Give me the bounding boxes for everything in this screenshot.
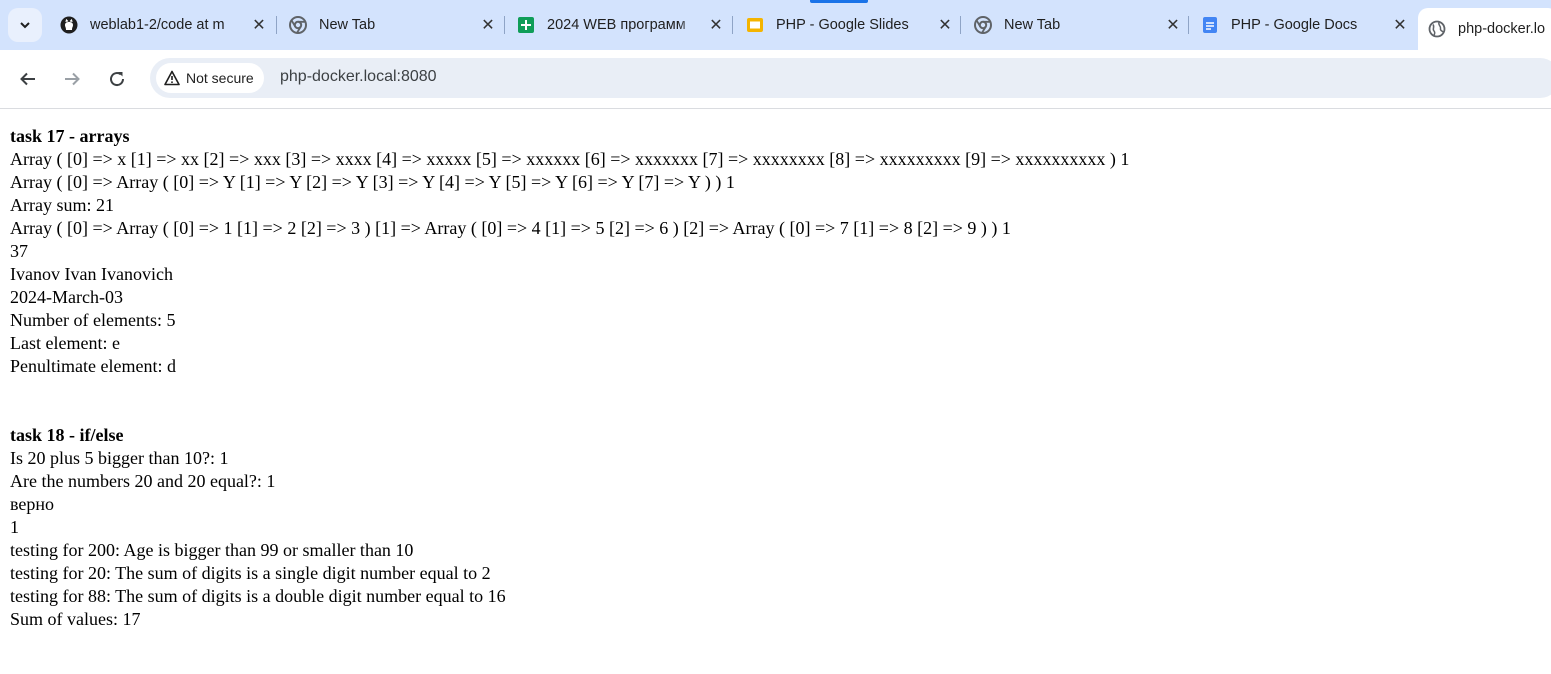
task17-line: Array sum: 21 [10,195,114,215]
task18-line: Is 20 plus 5 bigger than 10?: 1 [10,448,229,468]
browser-toolbar: Not secure php-docker.local:8080 [0,50,1551,108]
task18-heading: task 18 - if/else [10,425,124,445]
arrow-left-icon [20,72,35,86]
tab-title: New Tab [1004,17,1061,33]
tab-loading-indicator [810,0,868,3]
tab-separator [504,16,505,34]
task17-line: Penultimate element: d [10,356,176,376]
task18-line: верно [10,494,55,514]
task18-line: testing for 200: Age is bigger than 99 o… [10,540,414,560]
task17-line: Array ( [0] => Array ( [0] => 1 [1] => 2… [10,218,1011,238]
slides-icon [746,16,764,34]
close-icon[interactable]: ✕ [1391,16,1409,34]
chrome-icon [974,16,992,34]
tab-strip: weblab1-2/code at m ✕ New Tab ✕ 2024 WEB… [0,0,1551,50]
docs-icon [1201,16,1219,34]
address-bar[interactable]: Not secure php-docker.local:8080 [150,58,1551,98]
task17-line: 2024-March-03 [10,287,123,307]
task17-line: 37 [10,241,28,261]
task18-line: testing for 88: The sum of digits is a d… [10,586,506,606]
task17-line: Array ( [0] => Array ( [0] => Y [1] => Y… [10,172,735,192]
task17-line: Number of elements: 5 [10,310,176,330]
tab-title: PHP - Google Docs [1231,17,1358,33]
close-icon[interactable]: ✕ [250,16,268,34]
sheets-icon [517,16,535,34]
github-icon [60,16,78,34]
task17-heading: task 17 - arrays [10,126,130,146]
task18-line: Are the numbers 20 and 20 equal?: 1 [10,471,276,491]
tab-4[interactable]: New Tab ✕ [964,8,1192,42]
tab-search-button[interactable] [8,8,42,42]
tab-title: 2024 WEB программ [547,17,686,33]
close-icon[interactable]: ✕ [936,16,954,34]
task17-line: Ivanov Ivan Ivanovich [10,264,173,284]
security-chip[interactable]: Not secure [156,63,264,93]
arrow-right-icon [65,72,80,86]
task18-line: 1 [10,517,19,537]
close-icon[interactable]: ✕ [479,16,497,34]
task18-line: testing for 20: The sum of digits is a s… [10,563,491,583]
tab-title: PHP - Google Slides [776,17,909,33]
task18-line: Sum of values: 17 [10,609,141,629]
tab-6-active[interactable]: php-docker.lo [1418,8,1551,50]
tab-separator [960,16,961,34]
security-label: Not secure [186,70,254,86]
tab-1[interactable]: New Tab ✕ [279,8,507,42]
reload-button[interactable] [101,63,133,95]
forward-button[interactable] [56,63,88,95]
chevron-down-icon [20,22,30,29]
chrome-icon [289,16,307,34]
task17-line: Array ( [0] => x [1] => xx [2] => xxx [3… [10,149,1130,169]
page-content: task 17 - arrays Array ( [0] => x [1] =>… [10,125,1129,631]
tab-0[interactable]: weblab1-2/code at m ✕ [50,8,278,42]
tab-title: weblab1-2/code at m [90,17,225,33]
reload-icon [110,72,125,87]
globe-icon [1428,20,1446,38]
warning-icon [164,70,180,86]
toolbar-divider [0,108,1551,109]
tab-5[interactable]: PHP - Google Docs ✕ [1191,8,1419,42]
tab-separator [1188,16,1189,34]
tab-title: New Tab [319,17,376,33]
back-button[interactable] [12,63,44,95]
tab-separator [276,16,277,34]
close-icon[interactable]: ✕ [707,16,725,34]
tab-title: php-docker.lo [1458,21,1546,37]
tab-3[interactable]: PHP - Google Slides ✕ [736,8,964,42]
tab-2[interactable]: 2024 WEB программ ✕ [507,8,735,42]
url-text[interactable]: php-docker.local:8080 [280,68,437,86]
task17-line: Last element: e [10,333,120,353]
close-icon[interactable]: ✕ [1164,16,1182,34]
tab-separator [732,16,733,34]
